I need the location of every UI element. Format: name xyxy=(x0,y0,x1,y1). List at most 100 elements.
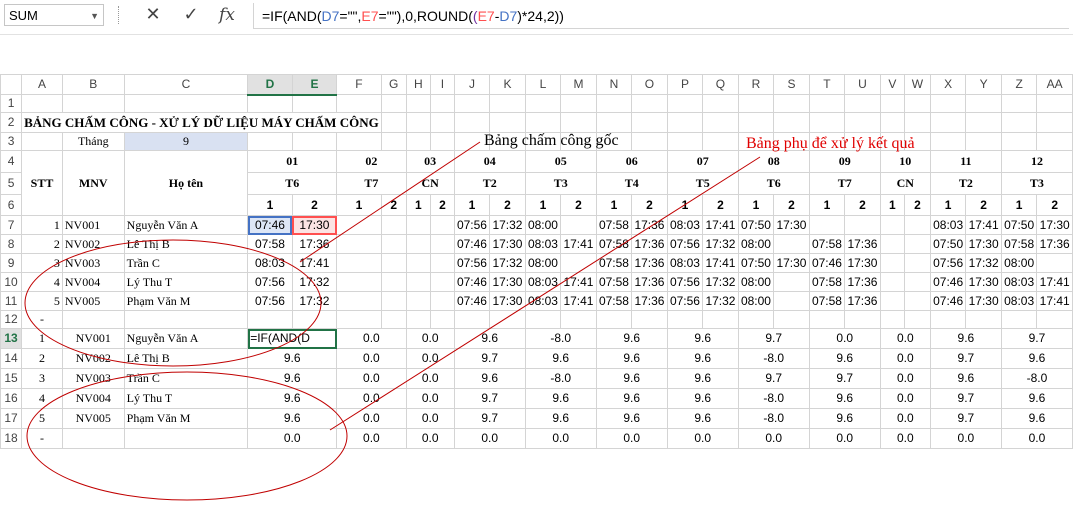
column-header-d[interactable]: D xyxy=(247,74,293,96)
cell-time[interactable] xyxy=(405,215,432,235)
cell-time[interactable]: 17:30 xyxy=(773,215,810,235)
cell-result[interactable]: 9.6 xyxy=(1000,388,1073,409)
cell-time[interactable]: 07:46 xyxy=(453,234,491,254)
cell-time[interactable]: 07:50 xyxy=(737,253,775,273)
cell-time[interactable] xyxy=(380,215,407,235)
cell-time[interactable]: 07:58 xyxy=(247,234,293,254)
cell-time[interactable]: 07:58 xyxy=(595,234,633,254)
cell-time[interactable]: 17:36 xyxy=(844,272,881,292)
cell[interactable] xyxy=(430,132,455,151)
cell-stt[interactable]: 4 xyxy=(21,388,63,409)
cell-name[interactable]: Trần C xyxy=(123,368,249,389)
cell-time[interactable] xyxy=(879,291,905,311)
header-stt[interactable]: STT xyxy=(21,150,63,216)
cell[interactable] xyxy=(808,94,846,113)
cell-stt[interactable]: 3 xyxy=(21,368,63,389)
cell[interactable] xyxy=(453,112,491,133)
cell-time[interactable]: 17:30 xyxy=(1036,215,1073,235)
row-header-8[interactable]: 8 xyxy=(0,234,23,254)
cell-result[interactable]: -8.0 xyxy=(524,328,597,349)
column-header-p[interactable]: P xyxy=(666,74,704,95)
cell-result[interactable]: 9.6 xyxy=(666,388,739,409)
header-day-02[interactable]: 02 xyxy=(336,150,407,173)
column-header-y[interactable]: Y xyxy=(965,74,1002,95)
cell-time[interactable] xyxy=(405,272,432,292)
cell[interactable] xyxy=(737,112,775,133)
cell[interactable] xyxy=(1036,132,1073,151)
cell-time[interactable]: 17:30 xyxy=(965,272,1002,292)
column-header-k[interactable]: K xyxy=(489,74,526,95)
header-mnv[interactable]: MNV xyxy=(61,150,125,216)
cell-time[interactable] xyxy=(879,272,905,292)
cell[interactable] xyxy=(666,94,704,113)
header-out[interactable]: 2 xyxy=(631,194,668,216)
cell-time[interactable] xyxy=(430,291,455,311)
cell[interactable] xyxy=(405,112,432,133)
cell-stt[interactable]: 2 xyxy=(21,348,63,369)
column-header-x[interactable]: X xyxy=(929,74,967,95)
cell-name[interactable]: Lê Thị B xyxy=(123,348,249,369)
cell-name[interactable]: Lê Thị B xyxy=(123,234,249,254)
header-weekday[interactable]: T7 xyxy=(808,172,881,195)
cell[interactable] xyxy=(929,310,967,329)
column-header-l[interactable]: L xyxy=(524,74,562,95)
cell-time[interactable]: 17:32 xyxy=(702,272,739,292)
cell-time[interactable]: 17:36 xyxy=(631,234,668,254)
row-header-5[interactable]: 5 xyxy=(0,172,23,195)
cell-result[interactable]: 0.0 xyxy=(336,368,407,389)
cell[interactable] xyxy=(247,132,293,151)
cell[interactable] xyxy=(489,94,526,113)
cell[interactable] xyxy=(1036,94,1073,113)
header-day-07[interactable]: 07 xyxy=(666,150,739,173)
cell[interactable] xyxy=(291,94,338,113)
header-weekday[interactable]: T6 xyxy=(247,172,338,195)
cell-result[interactable]: 9.6 xyxy=(595,408,668,429)
cell-time[interactable] xyxy=(430,253,455,273)
cell-result[interactable]: 0.0 xyxy=(336,408,407,429)
cell[interactable] xyxy=(737,310,775,329)
cell-time[interactable]: 08:03 xyxy=(524,234,562,254)
cell-result[interactable]: 9.6 xyxy=(929,328,1002,349)
cell-time[interactable]: 07:58 xyxy=(595,253,633,273)
formula-input[interactable]: =IF(AND(D7="",E7=""),0,ROUND((E7-D7)*24,… xyxy=(253,3,1069,29)
cell-result[interactable]: 9.6 xyxy=(524,408,597,429)
cell-stt[interactable]: - xyxy=(21,428,63,449)
chevron-down-icon[interactable]: ▼ xyxy=(90,5,99,27)
cell-time[interactable] xyxy=(773,291,810,311)
cell[interactable] xyxy=(773,112,810,133)
cell[interactable] xyxy=(405,132,432,151)
cell-time[interactable] xyxy=(380,234,407,254)
column-header-j[interactable]: J xyxy=(453,74,491,95)
cell-result[interactable]: 9.6 xyxy=(808,348,881,369)
header-in[interactable]: 1 xyxy=(1000,194,1038,216)
cell-time[interactable]: 17:30 xyxy=(965,291,1002,311)
cell-time[interactable]: 17:32 xyxy=(965,253,1002,273)
cell-time[interactable]: 07:56 xyxy=(666,291,704,311)
cell-time[interactable]: 17:36 xyxy=(631,215,668,235)
cell-name[interactable] xyxy=(123,428,249,449)
cell[interactable] xyxy=(489,112,526,133)
cell[interactable] xyxy=(291,132,338,151)
header-day-01[interactable]: 01 xyxy=(247,150,338,173)
cell-time[interactable]: 08:03 xyxy=(524,291,562,311)
cell-time[interactable] xyxy=(903,253,931,273)
cell[interactable] xyxy=(595,94,633,113)
cell[interactable] xyxy=(560,310,597,329)
cell-time[interactable]: 08:00 xyxy=(737,234,775,254)
cell-time[interactable]: 17:32 xyxy=(291,272,338,292)
cell-result[interactable]: 9.7 xyxy=(808,368,881,389)
header-in[interactable]: 1 xyxy=(808,194,846,216)
cell-time[interactable]: 08:03 xyxy=(1000,272,1038,292)
cell-time[interactable]: 17:30 xyxy=(291,215,338,235)
cell-time[interactable]: 17:36 xyxy=(1036,234,1073,254)
cell-time[interactable] xyxy=(430,215,455,235)
cell-result[interactable]: 0.0 xyxy=(666,428,739,449)
header-out[interactable]: 2 xyxy=(430,194,455,216)
cell-time[interactable]: 17:30 xyxy=(844,253,881,273)
header-weekday[interactable]: T6 xyxy=(737,172,810,195)
row-header-15[interactable]: 15 xyxy=(0,368,23,389)
header-out[interactable]: 2 xyxy=(489,194,526,216)
cell-result[interactable]: 0.0 xyxy=(929,428,1002,449)
cell-time[interactable] xyxy=(903,234,931,254)
cell[interactable] xyxy=(702,112,739,133)
